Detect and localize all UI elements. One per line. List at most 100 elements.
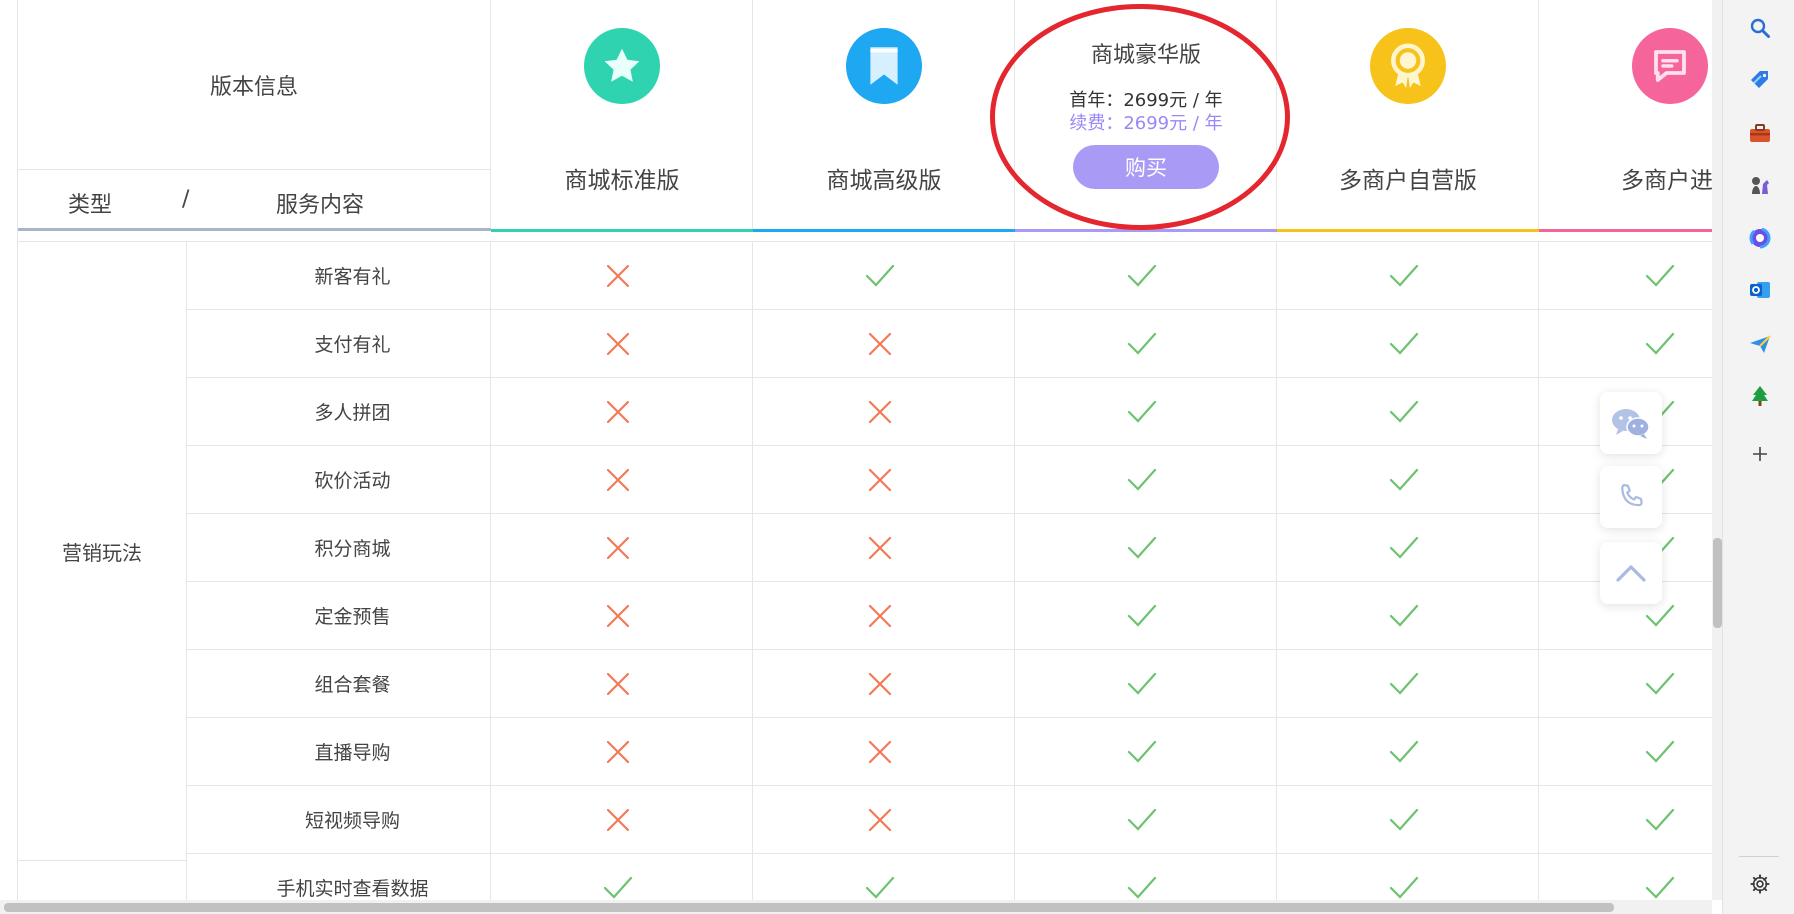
cross-icon [606,740,629,763]
support-cell [1015,786,1277,854]
check-icon [1127,468,1156,491]
check-icon [603,876,632,899]
support-cell [1277,242,1539,310]
check-icon [1389,400,1418,423]
service-name-cell: 多人拼团 [186,378,491,446]
plan-name: 多商户自营版 [1339,168,1477,194]
service-name-cell: 砍价活动 [186,446,491,514]
cross-icon [606,264,629,287]
support-cell [1277,786,1539,854]
support-cell [1277,310,1539,378]
check-icon [865,264,894,287]
settings-icon[interactable] [1746,870,1774,898]
support-cell [753,786,1015,854]
check-icon [1127,536,1156,559]
check-icon [1645,740,1675,763]
support-cell [1015,446,1277,514]
award-icon [1370,28,1446,104]
cross-icon [868,400,891,423]
support-cell [1277,378,1539,446]
cross-icon [606,400,629,423]
support-cell [753,378,1015,446]
check-icon [1389,604,1418,627]
service-name: 新客有礼 [314,266,391,288]
cross-icon [606,604,629,627]
support-cell [1277,718,1539,786]
horizontal-scrollbar-thumb[interactable] [4,903,1614,912]
bookmark-icon [846,28,922,104]
support-cell [753,446,1015,514]
page-viewport: 版本信息 类型 / 服务内容 商城标准版 商城高级版 商城豪华版 首年：2699… [0,0,1722,914]
check-icon [1389,264,1418,287]
send-icon[interactable] [1746,330,1774,358]
toolbox-icon[interactable] [1746,120,1774,148]
search-icon[interactable] [1746,14,1774,42]
sidebar-divider [1739,856,1779,857]
check-icon [865,876,894,899]
support-cell [1539,718,1712,786]
service-name-cell: 定金预售 [186,582,491,650]
separator-slash: / [182,187,190,212]
support-cell [753,582,1015,650]
support-cell [1277,514,1539,582]
table-top-gap [18,232,1712,242]
support-cell [753,242,1015,310]
support-cell [491,514,753,582]
type-label: 类型 [68,193,113,218]
support-cell [1015,310,1277,378]
cross-icon [606,332,629,355]
service-name: 砍价活动 [314,470,391,492]
plan-name: 多商户进驻 [1621,168,1712,194]
support-cell [1015,718,1277,786]
plan-multi-merchant-join: 多商户进驻 [1539,0,1712,232]
cross-icon [868,536,891,559]
table-row: 短视频导购 [18,786,1712,854]
cross-icon [868,672,891,695]
plan-standard: 商城标准版 [491,0,753,232]
header-underline [18,228,491,231]
tag-icon[interactable] [1746,66,1774,94]
check-icon [1389,672,1418,695]
cross-icon [868,808,891,831]
table-row: 组合套餐 [18,650,1712,718]
service-name: 多人拼团 [314,402,391,424]
wechat-float-button[interactable] [1600,392,1662,454]
buy-button[interactable]: 购买 [1073,145,1219,189]
table-row: 支付有礼 [18,310,1712,378]
outlook-icon[interactable] [1746,276,1774,304]
support-cell [491,718,753,786]
tree-icon[interactable] [1746,382,1774,410]
check-icon [1127,332,1156,355]
support-cell [491,650,753,718]
support-cell [491,582,753,650]
service-name: 积分商城 [314,538,391,560]
chat-bubble-icon [1632,28,1708,104]
table-row: 定金预售 [18,582,1712,650]
vertical-scrollbar[interactable] [1712,0,1722,900]
renewal-price: 续费：2699元 / 年 [1069,113,1223,134]
support-cell [491,242,753,310]
table-row: 多人拼团 [18,378,1712,446]
check-icon [1645,808,1675,831]
support-cell [1015,378,1277,446]
check-icon [1127,672,1156,695]
plan-multi-merchant-self: 多商户自营版 [1277,0,1539,232]
support-cell [1539,650,1712,718]
table-row: 新客有礼 [18,242,1712,310]
copilot-icon[interactable] [1746,224,1774,252]
phone-icon [1621,484,1643,507]
check-icon [1127,604,1156,627]
check-icon [1389,536,1418,559]
check-icon [1389,876,1418,899]
back-to-top-button[interactable] [1600,542,1662,604]
plan-deluxe: 商城豪华版 首年：2699元 / 年 续费：2699元 / 年 购买 [1015,0,1277,232]
vertical-scrollbar-thumb[interactable] [1713,538,1722,628]
add-icon[interactable] [1746,440,1774,468]
version-info-cell: 版本信息 [18,0,491,170]
table-row: 砍价活动 [18,446,1712,514]
support-cell [753,718,1015,786]
check-icon [1645,264,1675,287]
chess-icon[interactable] [1746,172,1774,200]
phone-float-button[interactable] [1600,466,1662,528]
table-row: 积分商城 [18,514,1712,582]
